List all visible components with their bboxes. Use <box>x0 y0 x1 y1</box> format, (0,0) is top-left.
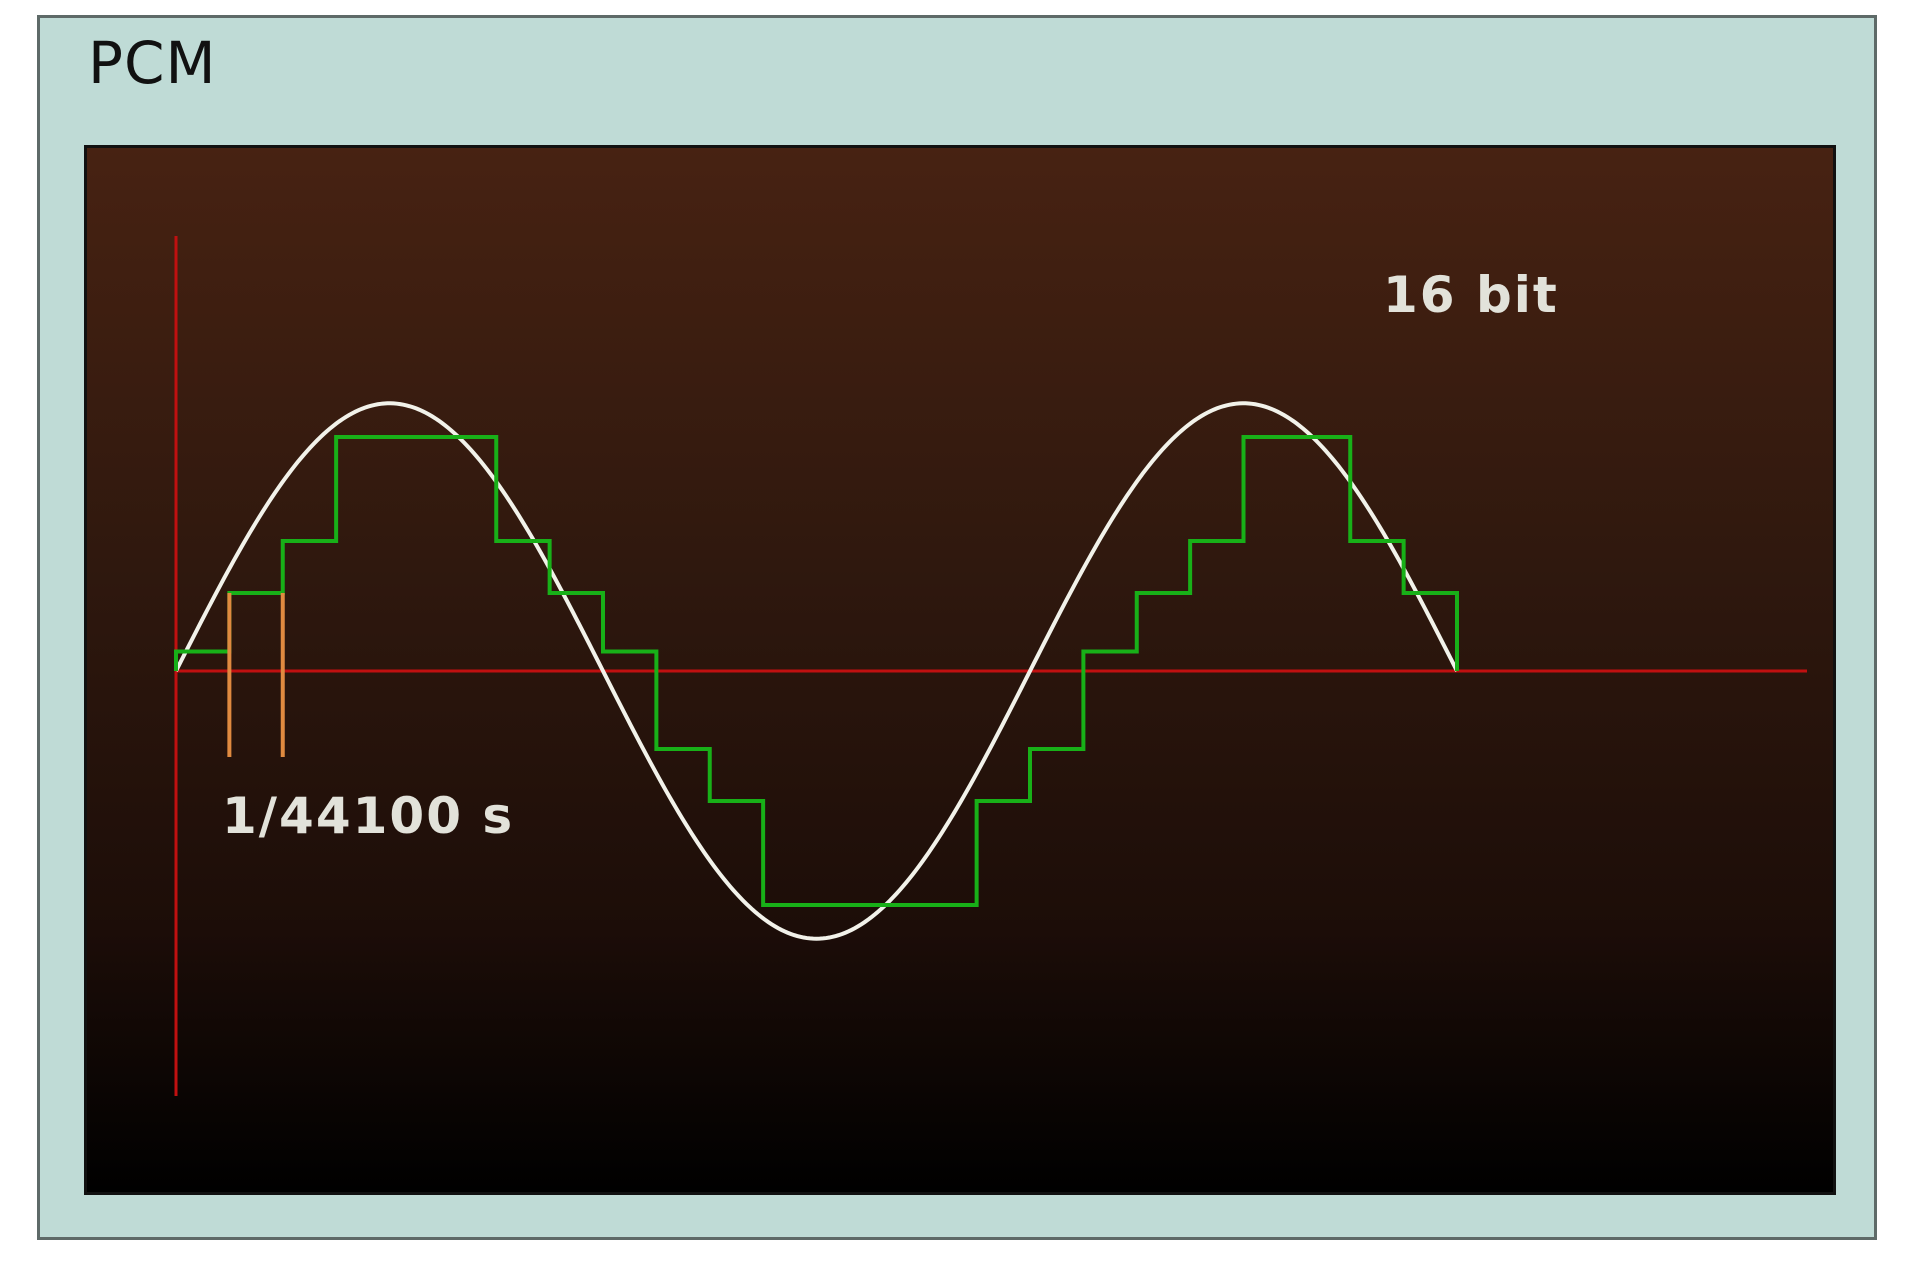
diagram-title: PCM <box>88 29 217 97</box>
bit-depth-label: 16 bit <box>1383 266 1559 324</box>
waveform-plot: 1/44100 s 16 bit <box>174 236 1807 1096</box>
waveform-panel: 1/44100 s 16 bit <box>84 145 1836 1195</box>
sample-period-label: 1/44100 s <box>222 787 514 845</box>
pcm-diagram-frame: PCM 1/44100 s 16 bit <box>37 15 1877 1240</box>
